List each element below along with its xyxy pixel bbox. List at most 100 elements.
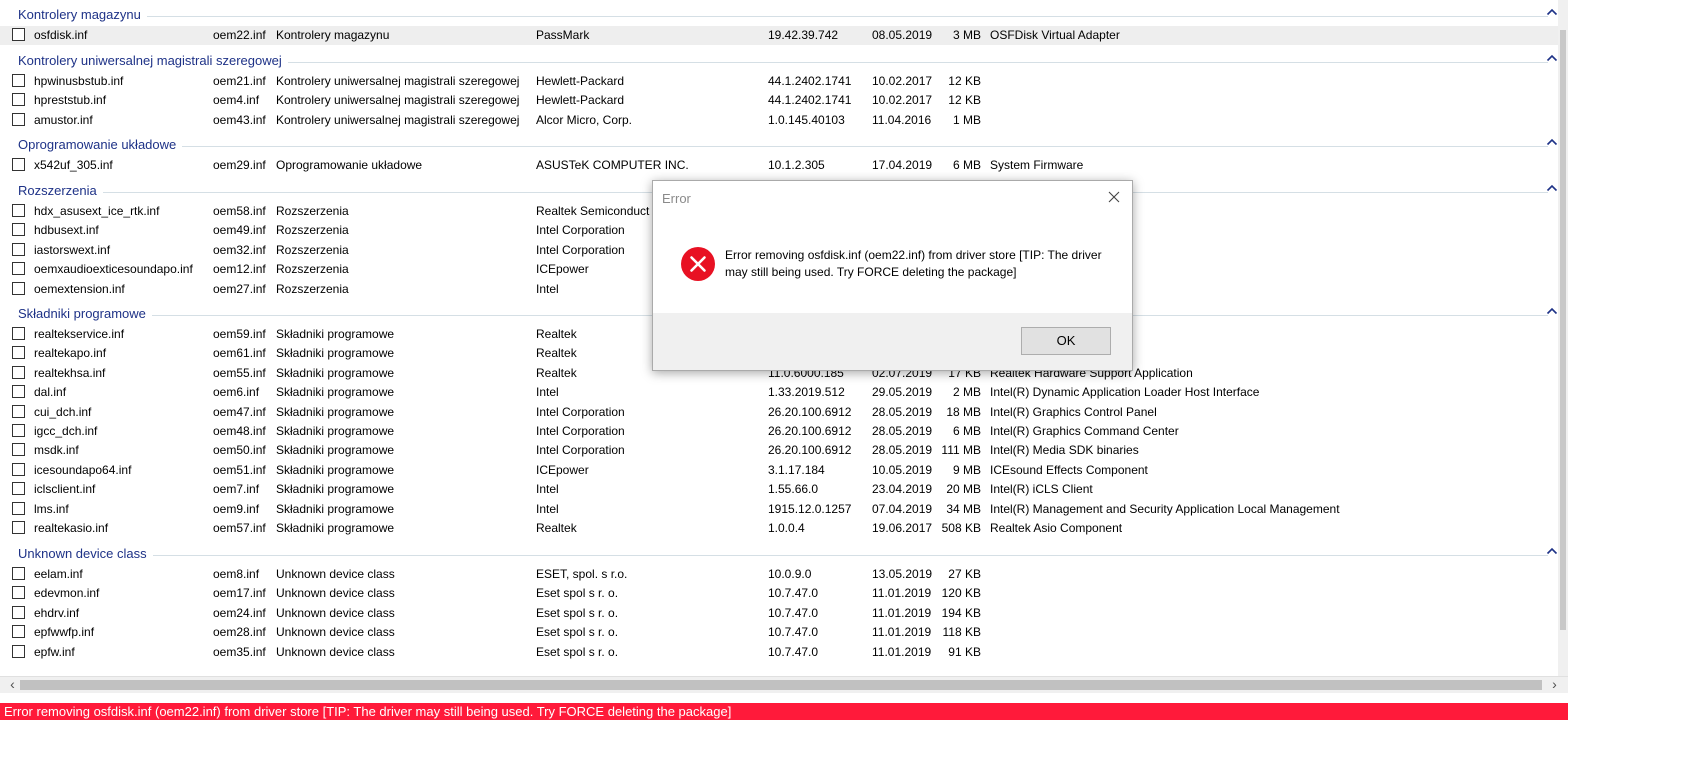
row-checkbox[interactable] [12,223,25,237]
list-item[interactable]: icesoundapo64.inf oem51.inf Składniki prog… [0,461,1558,480]
cell-inf-name: lms.inf [34,501,69,516]
group-header[interactable]: Oprogramowanie układowe [0,134,1568,154]
list-item[interactable]: epfwwfp.inf oem28.inf Unknown device class… [0,623,1558,642]
cell-class: Oprogramowanie układowe [276,158,423,172]
cell-inf-name: osfdisk.inf [34,28,88,42]
chevron-up-icon[interactable] [1545,181,1559,195]
chevron-up-icon[interactable] [1545,5,1559,19]
cell-inf-name: cui_dch.inf [34,404,92,419]
chevron-up-icon[interactable] [1545,544,1559,558]
group-title: Składniki programowe [18,306,152,321]
list-item[interactable]: igcc_dch.inf oem48.inf Składniki programow… [0,422,1558,441]
row-checkbox[interactable] [12,28,25,41]
row-checkbox[interactable] [12,158,25,171]
list-item[interactable]: x542uf_305.inf oem29.inf Oprogramowanie uk… [0,156,1558,175]
row-checkbox[interactable] [12,281,25,295]
row-checkbox[interactable] [12,482,25,496]
row-checkbox[interactable] [12,385,25,399]
cell-oem-name: oem17.inf [213,586,266,601]
cell-version: 19.42.39.742 [768,28,839,42]
horizontal-scrollbar-thumb[interactable] [20,680,1542,690]
row-checkbox[interactable] [12,586,25,600]
cell-class: Rozszerzenia [276,204,349,218]
vertical-scrollbar[interactable] [1558,0,1568,676]
row-checkbox[interactable] [12,327,25,340]
cell-inf-name: ehdrv.inf [34,605,80,620]
scroll-left-icon[interactable]: ‹ [4,677,21,693]
chevron-up-icon[interactable] [1545,51,1559,65]
ok-button[interactable]: OK [1021,327,1111,355]
cell-date: 11.01.2019 [872,625,932,640]
row-checkbox[interactable] [12,204,25,217]
row-checkbox[interactable] [12,625,25,639]
list-item[interactable]: osfdisk.inf oem22.inf Kontrolery magazynu P… [0,26,1558,45]
row-checkbox[interactable] [12,424,25,437]
close-icon[interactable] [1106,189,1122,205]
cell-provider: PassMark [536,28,590,42]
list-item[interactable]: cui_dch.inf oem47.inf Składniki programowe… [0,403,1558,422]
list-item[interactable]: eelam.inf oem8.inf Unknown device class ESE… [0,565,1558,584]
cell-date: 07.04.2019 [872,501,933,516]
group-header[interactable]: Kontrolery magazynu [0,4,1568,24]
list-item[interactable]: dal.inf oem6.inf Składniki programowe Intel… [0,383,1558,402]
row-checkbox[interactable] [12,262,25,276]
list-item[interactable]: iclsclient.inf oem7.inf Składniki programo… [0,480,1558,499]
cell-class: Składniki programowe [276,521,395,535]
cell-class: Kontrolery uniwersalnej magistrali szere… [276,93,520,108]
list-item[interactable]: epfw.inf oem35.inf Unknown device class Ese… [0,643,1558,662]
cell-oem-name: oem35.inf [213,644,266,659]
row-checkbox[interactable] [12,346,25,360]
chevron-up-icon[interactable] [1545,304,1559,318]
cell-oem-name: oem12.inf [213,262,266,277]
cell-size: 12 KB [948,93,981,108]
vertical-scrollbar-thumb[interactable] [1560,30,1566,630]
row-checkbox[interactable] [12,93,25,107]
status-bar: Error removing osfdisk.inf (oem22.inf) f… [0,703,1568,720]
cell-description: Realtek Asio Component [990,521,1123,535]
horizontal-scrollbar[interactable]: ‹ › [0,676,1568,693]
row-checkbox[interactable] [12,521,25,534]
list-item[interactable]: hpreststub.inf oem4.inf Kontrolery uniwers… [0,91,1558,110]
cell-provider: Hewlett-Packard [536,74,625,88]
row-checkbox[interactable] [12,443,25,457]
cell-provider: Eset spol s r. o. [536,605,619,620]
cell-class: Unknown device class [276,605,395,620]
row-checkbox[interactable] [12,404,25,418]
list-item[interactable]: ehdrv.inf oem24.inf Unknown device class Es… [0,604,1558,623]
cell-inf-name: realtekapo.inf [34,346,107,361]
cell-size: 3 MB [952,28,981,42]
list-item[interactable]: hpwinusbstub.inf oem21.inf Kontrolery uniw… [0,72,1558,91]
row-checkbox[interactable] [12,112,25,126]
cell-description: System Firmware [990,158,1084,172]
cell-inf-name: epfwwfp.inf [34,625,95,640]
cell-description: Intel(R) Media SDK binaries [990,443,1139,458]
list-item[interactable]: lms.inf oem9.inf Składniki programowe Intel… [0,500,1558,519]
cell-oem-name: oem55.inf [213,365,266,380]
chevron-up-icon[interactable] [1545,135,1559,149]
row-checkbox[interactable] [12,242,25,256]
row-checkbox[interactable] [12,644,25,658]
cell-provider: Realtek Semiconduct [536,204,650,218]
cell-oem-name: oem27.inf [213,281,266,296]
row-checkbox[interactable] [12,605,25,619]
list-item[interactable]: realtekasio.inf oem57.inf Składniki progra… [0,519,1558,538]
cell-oem-name: oem28.inf [213,625,266,640]
row-checkbox[interactable] [12,365,25,379]
row-checkbox[interactable] [12,462,25,476]
cell-version: 10.7.47.0 [768,625,819,640]
cell-version: 10.0.9.0 [768,567,812,581]
cell-inf-name: realtekservice.inf [34,327,125,341]
group-header[interactable]: Kontrolery uniwersalnej magistrali szere… [0,50,1568,70]
list-item[interactable]: msdk.inf oem50.inf Składniki programowe Int… [0,441,1558,460]
group-header[interactable]: Unknown device class [0,543,1568,563]
cell-date: 13.05.2019 [872,567,933,581]
row-checkbox[interactable] [12,74,25,87]
cell-oem-name: oem51.inf [213,462,266,477]
row-checkbox[interactable] [12,567,25,580]
cell-oem-name: oem7.inf [213,482,260,497]
list-item[interactable]: amustor.inf oem43.inf Kontrolery uniwersal… [0,111,1558,130]
list-item[interactable]: edevmon.inf oem17.inf Unknown device class… [0,584,1558,603]
row-checkbox[interactable] [12,501,25,515]
scroll-right-icon[interactable]: › [1546,677,1563,693]
group-title: Oprogramowanie układowe [18,137,183,152]
